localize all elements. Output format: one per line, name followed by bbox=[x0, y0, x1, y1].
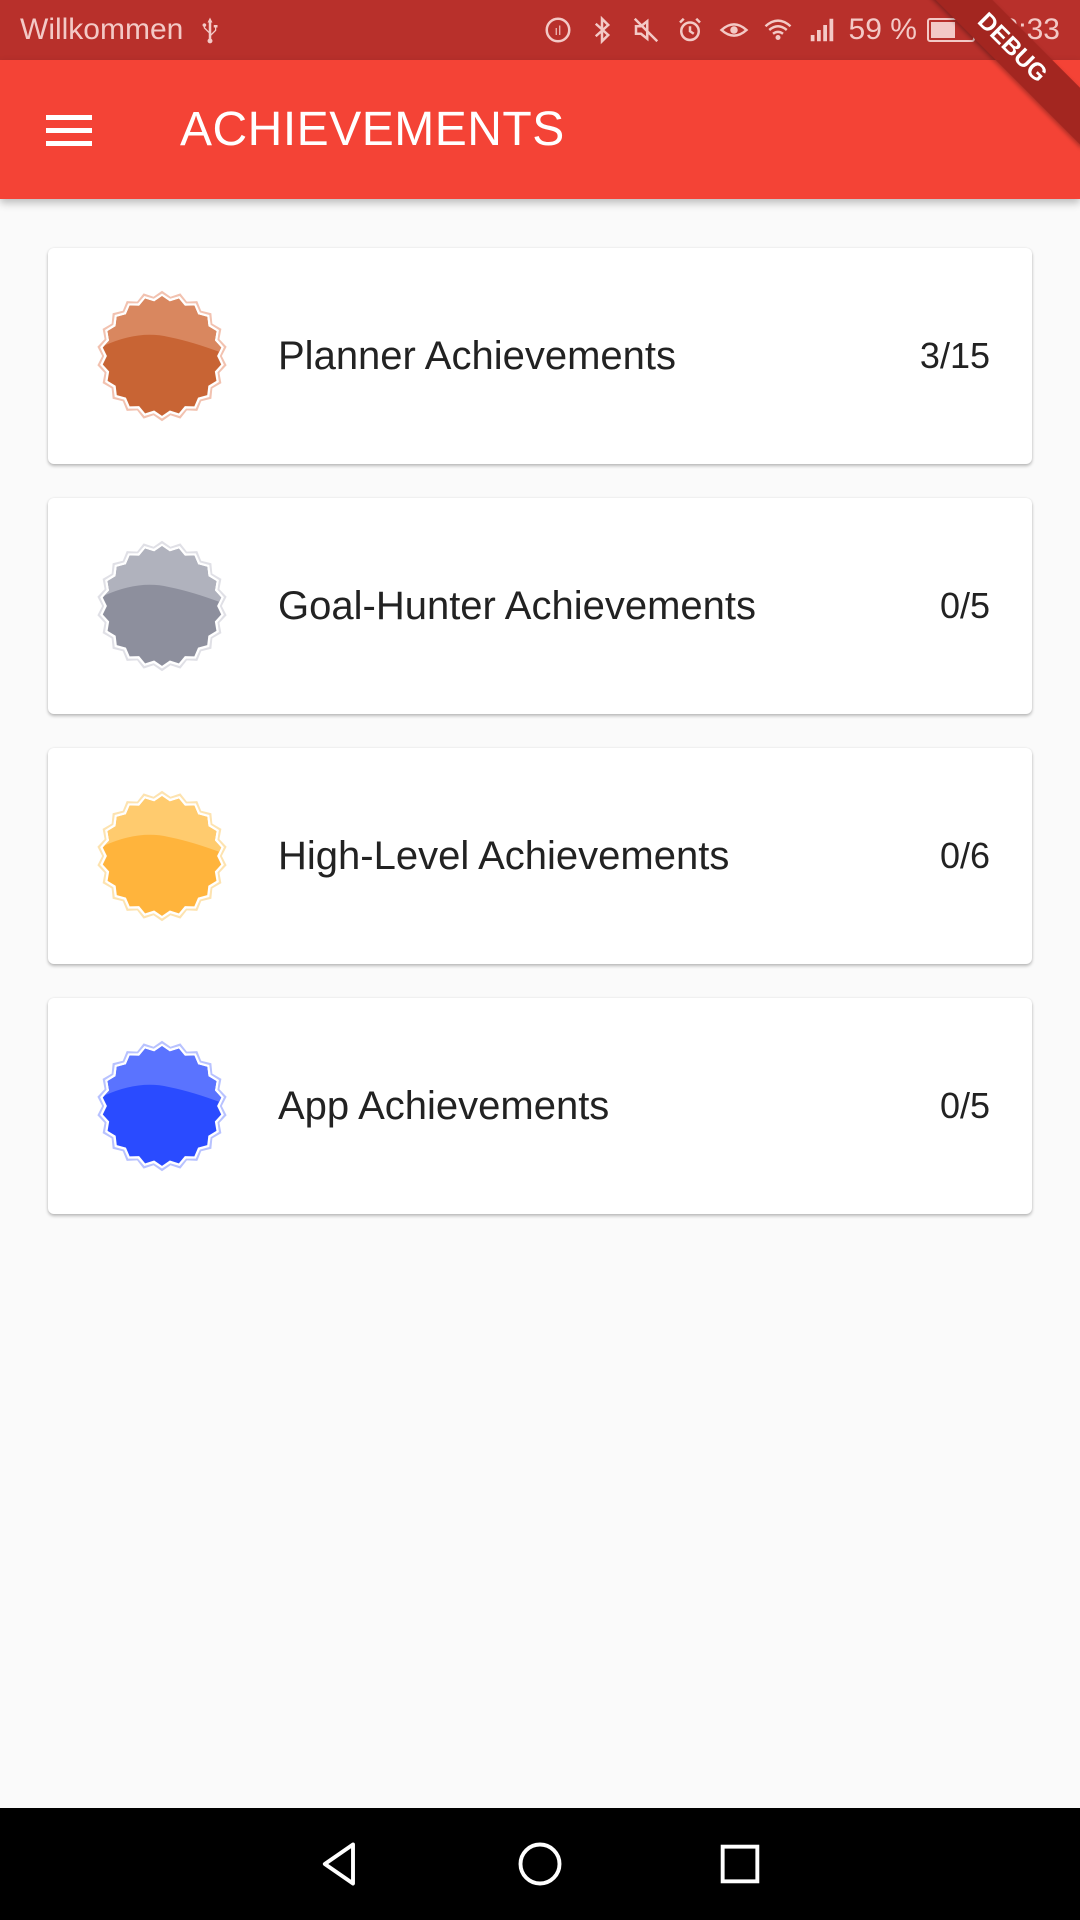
achievement-count: 3/15 bbox=[919, 335, 990, 376]
carrier-label: Willkommen bbox=[20, 13, 184, 46]
bluetooth-icon bbox=[585, 13, 619, 47]
usb-icon bbox=[193, 13, 227, 47]
badge-icon bbox=[94, 1038, 230, 1174]
hamburger-menu-icon[interactable] bbox=[38, 104, 102, 156]
eye-comfort-icon bbox=[717, 13, 751, 47]
badge-icon bbox=[94, 538, 230, 674]
achievement-card[interactable]: High-Level Achievements 0/6 bbox=[48, 748, 1032, 964]
achievement-list: Planner Achievements 3/15 Goal-Hunter Ac… bbox=[48, 248, 1032, 1248]
achievement-label: High-Level Achievements bbox=[278, 834, 730, 878]
data-saver-icon: ıl bbox=[541, 13, 575, 47]
wifi-icon bbox=[761, 13, 795, 47]
achievement-card[interactable]: Planner Achievements 3/15 bbox=[48, 248, 1032, 464]
status-left: Willkommen bbox=[20, 0, 227, 60]
achievement-count: 0/5 bbox=[939, 1085, 990, 1126]
page-title: ACHIEVEMENTS bbox=[180, 103, 565, 156]
badge-icon bbox=[94, 788, 230, 924]
achievement-card[interactable]: App Achievements 0/5 bbox=[48, 998, 1032, 1214]
achievement-label: App Achievements bbox=[278, 1084, 610, 1128]
achievement-count: 0/5 bbox=[939, 585, 990, 626]
achievement-label: Planner Achievements bbox=[278, 334, 677, 378]
app-bar: ACHIEVEMENTS bbox=[0, 60, 1080, 199]
badge-icon bbox=[94, 288, 230, 424]
battery-percent: 59 % bbox=[848, 13, 917, 46]
status-right: ıl 59 % 12:33 bbox=[541, 0, 1060, 60]
alarm-icon bbox=[673, 13, 707, 47]
home-icon[interactable] bbox=[510, 1836, 570, 1892]
back-icon[interactable] bbox=[310, 1836, 370, 1892]
recents-icon[interactable] bbox=[710, 1836, 770, 1892]
mute-icon bbox=[629, 13, 663, 47]
achievement-count: 0/6 bbox=[939, 835, 990, 876]
achievement-card[interactable]: Goal-Hunter Achievements 0/5 bbox=[48, 498, 1032, 714]
navigation-bar bbox=[0, 1808, 1080, 1920]
clock: 12:33 bbox=[984, 13, 1060, 46]
battery-icon bbox=[926, 18, 980, 42]
signal-icon bbox=[805, 13, 839, 47]
status-bar: Willkommen ıl 59 % 12:33 bbox=[0, 0, 1080, 60]
achievement-label: Goal-Hunter Achievements bbox=[278, 584, 757, 628]
svg-text:ıl: ıl bbox=[554, 23, 561, 38]
